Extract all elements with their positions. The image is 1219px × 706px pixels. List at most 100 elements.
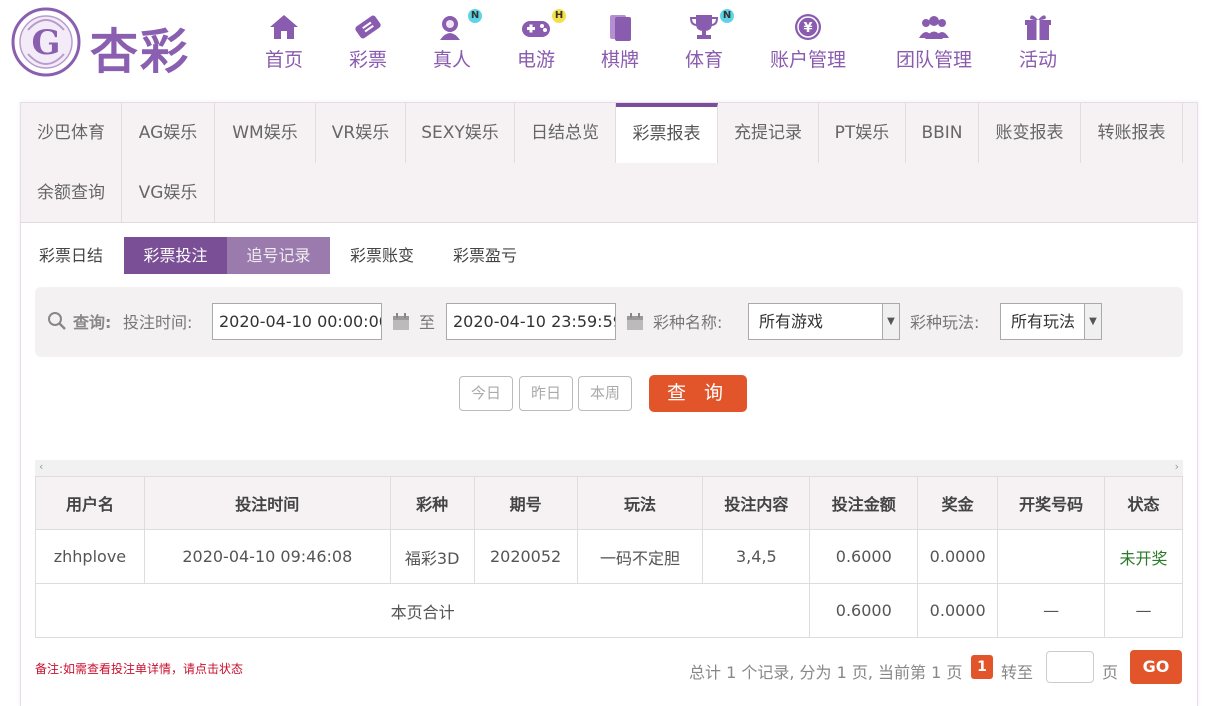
table-header-row: 用户名 投注时间 彩种 期号 玩法 投注内容 投注金额 奖金 开奖号码 状态: [35, 476, 1183, 530]
footer-note: 备注:如需查看投注单详情，请点击状态: [35, 662, 244, 676]
table-row: zhhplove 2020-04-10 09:46:08 福彩3D 202005…: [35, 529, 1183, 584]
current-page-badge[interactable]: 1: [971, 655, 993, 679]
game-name-label: 彩种名称:: [653, 313, 723, 332]
home-icon: [270, 15, 298, 39]
tab-pt[interactable]: PT娱乐: [819, 103, 906, 163]
nav-lottery[interactable]: 彩票: [346, 10, 390, 76]
cell-play: 一码不定胆: [576, 529, 704, 584]
nav-label: 账户管理: [769, 49, 846, 71]
subtab-lottery-profit[interactable]: 彩票盈亏: [439, 237, 531, 274]
gamepad-icon: [522, 21, 550, 37]
cell-prize: 0.0000: [917, 529, 999, 584]
logo-emblem-icon: G: [11, 7, 81, 77]
play-select[interactable]: 所有玩法 ▼: [1000, 303, 1102, 340]
tab-ag[interactable]: AG娱乐: [122, 103, 215, 163]
nav-label: 真人: [432, 49, 471, 71]
search-icon: [48, 312, 66, 330]
nav-label: 首页: [264, 49, 303, 71]
tab-saba-sports[interactable]: 沙巴体育: [21, 103, 122, 163]
calendar-icon[interactable]: [626, 313, 644, 331]
total-amount: 0.6000: [809, 583, 919, 638]
col-prize: 奖金: [917, 476, 999, 530]
tab-vg[interactable]: VG娱乐: [122, 163, 215, 223]
go-button[interactable]: GO: [1130, 650, 1182, 684]
col-issue: 期号: [473, 476, 578, 530]
cell-issue: 2020052: [473, 529, 578, 584]
game-select[interactable]: 所有游戏 ▼: [748, 303, 900, 340]
tab-lottery-report[interactable]: 彩票报表: [616, 103, 718, 163]
calendar-icon[interactable]: [392, 313, 410, 331]
goto-page-input[interactable]: [1046, 651, 1094, 683]
nav-home[interactable]: 首页: [262, 10, 306, 76]
col-amount: 投注金额: [809, 476, 919, 530]
today-button[interactable]: 今日: [459, 376, 513, 411]
nav-sports[interactable]: N 体育: [682, 9, 734, 76]
subtab-lottery-bets[interactable]: 彩票投注: [124, 237, 227, 274]
cell-content: 3,4,5: [702, 529, 811, 584]
end-time-input[interactable]: 2020-04-10 23:59:59: [446, 303, 616, 340]
goto-label: 转至: [1001, 663, 1034, 682]
cell-draw-numbers: [997, 529, 1106, 584]
nav-account-management[interactable]: ¥ 账户管理: [766, 10, 850, 76]
total-label: 本页合计: [34, 583, 811, 638]
gift-icon: [1025, 15, 1051, 40]
top-header: G 杏彩 首页 彩票 N 真人 H 电游 棋牌 N 体育 ¥ 账户管理 团队管理…: [0, 0, 1219, 90]
col-play: 玩法: [576, 476, 704, 530]
tab-deposit-withdraw[interactable]: 充提记录: [718, 103, 819, 163]
tab-balance-change[interactable]: 账变报表: [979, 103, 1081, 163]
tab-wm[interactable]: WM娱乐: [215, 103, 316, 163]
total-prize: 0.0000: [917, 583, 999, 638]
nav-label: 棋牌: [600, 49, 639, 71]
scroll-right-icon[interactable]: ›: [1175, 460, 1179, 474]
ticket-icon: [355, 15, 381, 39]
tab-transfer-report[interactable]: 转账报表: [1081, 103, 1183, 163]
this-week-button[interactable]: 本周: [578, 376, 632, 411]
subtab-lottery-daily[interactable]: 彩票日结: [25, 237, 117, 274]
nav-label: 团队管理: [895, 49, 972, 71]
col-username: 用户名: [35, 476, 145, 530]
bets-table: 用户名 投注时间 彩种 期号 玩法 投注内容 投注金额 奖金 开奖号码 状态 z…: [34, 476, 1183, 638]
cell-bet-time: 2020-04-10 09:46:08: [143, 529, 391, 584]
cell-game: 福彩3D: [389, 529, 475, 584]
brand-logo[interactable]: G 杏彩: [10, 6, 200, 80]
brand-name: 杏彩: [90, 24, 191, 80]
nav-team-management[interactable]: 团队管理: [892, 10, 976, 76]
subtab-chase-records[interactable]: 追号记录: [227, 237, 330, 274]
nav-promotions[interactable]: 活动: [1016, 10, 1060, 76]
status-link[interactable]: 未开奖: [1104, 529, 1183, 584]
total-draw-numbers: —: [997, 583, 1106, 638]
nav-label: 彩票: [348, 49, 387, 71]
game-select-value: 所有游戏: [759, 312, 824, 331]
svg-text:G: G: [31, 23, 60, 63]
tab-balance-query[interactable]: 余额查询: [21, 163, 122, 223]
total-status: —: [1104, 583, 1183, 638]
nav-chess-cards[interactable]: 棋牌: [598, 10, 642, 76]
subtab-lottery-balance-change[interactable]: 彩票账变: [336, 237, 428, 274]
nav-live-casino[interactable]: N 真人: [430, 9, 482, 76]
page-unit-label: 页: [1102, 663, 1119, 682]
tab-bbin[interactable]: BBIN: [906, 103, 979, 163]
start-time-input[interactable]: 2020-04-10 00:00:00: [212, 303, 382, 340]
col-content: 投注内容: [702, 476, 811, 530]
query-bar: 查询: 投注时间: 2020-04-10 00:00:00 至 2020-04-…: [35, 287, 1183, 357]
report-panel: 沙巴体育 AG娱乐 WM娱乐 VR娱乐 SEXY娱乐 日结总览 彩票报表 充提记…: [20, 102, 1198, 706]
yesterday-button[interactable]: 昨日: [519, 376, 573, 411]
yen-coin-icon: ¥: [795, 14, 821, 40]
nav-slots[interactable]: H 电游: [514, 9, 566, 76]
new-badge: N: [468, 9, 482, 23]
tab-vr[interactable]: VR娱乐: [316, 103, 406, 163]
table-total-row: 本页合计 0.6000 0.0000 — —: [34, 583, 1183, 638]
search-button[interactable]: 查 询: [649, 375, 747, 412]
tab-daily-overview[interactable]: 日结总览: [515, 103, 616, 163]
svg-text:¥: ¥: [803, 21, 812, 36]
horizontal-scrollbar[interactable]: ‹ ›: [35, 460, 1183, 476]
team-icon: [919, 16, 949, 39]
scroll-left-icon[interactable]: ‹: [39, 460, 43, 474]
cards-icon: [610, 15, 631, 41]
tab-sexy[interactable]: SEXY娱乐: [406, 103, 515, 163]
dealer-icon: [440, 16, 460, 40]
col-draw-numbers: 开奖号码: [997, 476, 1106, 530]
chevron-down-icon: ▼: [882, 304, 899, 339]
report-tabs: 沙巴体育 AG娱乐 WM娱乐 VR娱乐 SEXY娱乐 日结总览 彩票报表 充提记…: [21, 103, 1197, 223]
nav-label: 体育: [684, 49, 723, 71]
